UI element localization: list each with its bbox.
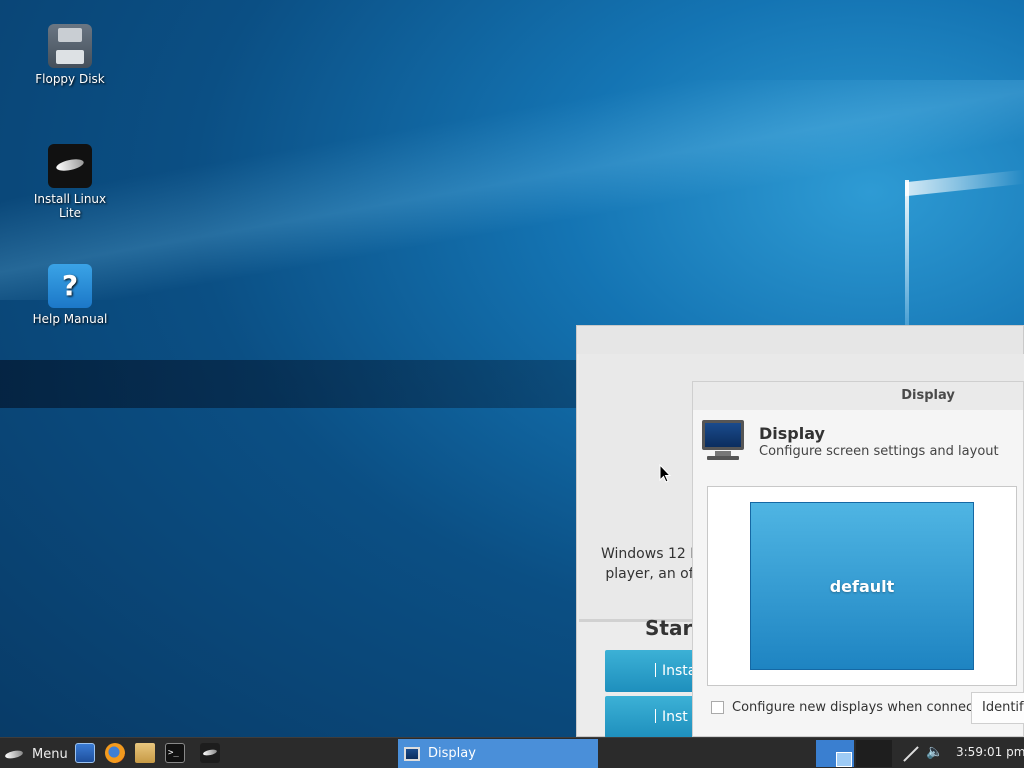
network-icon[interactable] <box>902 744 920 762</box>
identify-button[interactable]: Identify <box>971 692 1024 724</box>
desktop-icon-label: Install Linux Lite <box>33 192 107 220</box>
floppy-disk-icon <box>48 24 92 68</box>
display-settings-window[interactable]: Display Display Configure screen setting… <box>692 381 1024 737</box>
button-separator <box>655 709 656 723</box>
background-text-line-1: Windows 12 L <box>601 546 699 562</box>
firefox-icon[interactable] <box>105 743 125 763</box>
display-layout-area: default <box>707 486 1017 686</box>
taskbar-item-label: Display <box>428 746 476 761</box>
monitor-icon <box>701 418 745 462</box>
desktop-icon-label: Help Manual <box>32 312 108 326</box>
background-text-line-2: player, an of <box>605 566 694 582</box>
display-header-subtitle: Configure screen settings and layout <box>759 444 999 459</box>
background-window-titlebar[interactable] <box>577 326 1023 354</box>
install-button-2-label: Inst <box>662 709 688 725</box>
menu-button[interactable]: Menu <box>4 742 68 766</box>
mouse-cursor-icon <box>659 464 671 483</box>
display-header-title: Display <box>759 424 825 443</box>
menu-label: Menu <box>32 746 68 762</box>
wallpaper-glow-line-horizontal <box>905 169 1024 197</box>
workspace-1[interactable] <box>816 740 854 767</box>
home-folder-icon[interactable] <box>135 743 155 763</box>
wallpaper-light-beam <box>0 80 1024 300</box>
monitor-icon <box>404 746 420 761</box>
background-window-text: Windows 12 L player, an of <box>601 544 698 584</box>
workspace-2[interactable] <box>856 740 892 767</box>
wallpaper-glow-line <box>905 180 909 330</box>
linux-lite-menu-icon <box>4 746 24 762</box>
button-separator <box>655 663 656 677</box>
configure-new-displays-row[interactable]: Configure new displays when connected <box>711 700 995 715</box>
taskbar: Menu >_ Display 🔈 3:59:01 pm <box>0 737 1024 768</box>
help-question-icon: ? <box>48 264 92 308</box>
display-tile-default[interactable]: default <box>750 502 974 670</box>
desktop-icon-install-linux-lite[interactable]: Install Linux Lite <box>20 144 120 220</box>
file-manager-icon[interactable] <box>75 743 95 763</box>
configure-new-displays-label: Configure new displays when connected <box>732 700 995 715</box>
desktop-icon-help-manual[interactable]: ? Help Manual <box>20 264 120 326</box>
linux-lite-icon[interactable] <box>200 743 220 763</box>
configure-new-displays-checkbox[interactable] <box>711 701 724 714</box>
taskbar-item-display[interactable]: Display <box>398 739 598 768</box>
clock[interactable]: 3:59:01 pm <box>956 745 1024 759</box>
desktop-icon-label: Floppy Disk <box>35 72 105 86</box>
desktop-icon-floppy-disk[interactable]: Floppy Disk <box>20 24 120 86</box>
linux-lite-feather-icon <box>48 144 92 188</box>
display-window-titlebar[interactable]: Display <box>693 382 1023 410</box>
terminal-icon[interactable]: >_ <box>165 743 185 763</box>
volume-icon[interactable]: 🔈 <box>926 744 943 760</box>
wallpaper-dark-band <box>0 360 600 408</box>
